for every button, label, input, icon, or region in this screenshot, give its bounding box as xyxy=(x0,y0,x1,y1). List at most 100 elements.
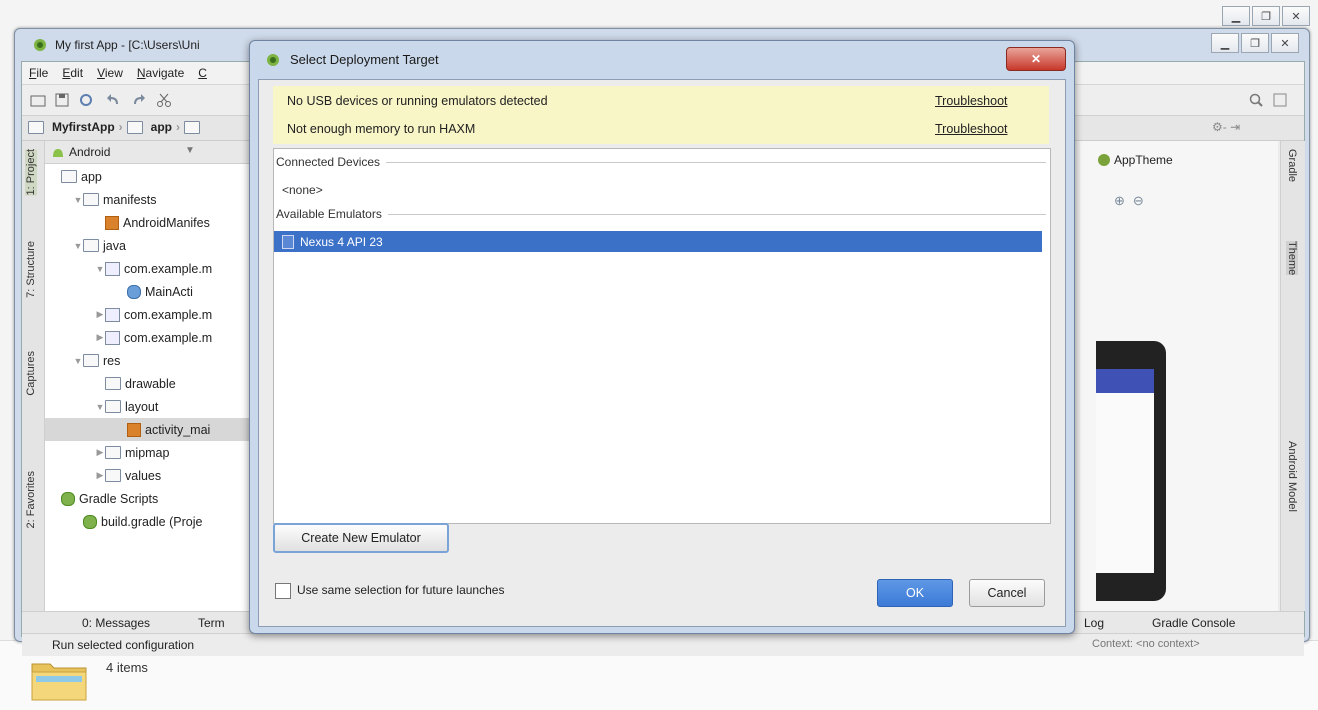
package-icon xyxy=(105,261,120,276)
layout-icon[interactable] xyxy=(1272,92,1288,108)
tree-item-label: layout xyxy=(125,399,159,414)
android-studio-icon xyxy=(266,53,280,67)
tree-expander-icon[interactable]: ▼ xyxy=(95,402,105,412)
available-emulators-header: Available Emulators xyxy=(276,207,1046,221)
tree-item-label: MainActi xyxy=(145,284,193,299)
tree-expander-icon[interactable]: ▶ xyxy=(95,309,105,320)
tree-expander-icon[interactable]: ▼ xyxy=(73,356,83,366)
theme-label: AppTheme xyxy=(1114,153,1173,167)
restore-icon[interactable]: ❐ xyxy=(1241,33,1269,53)
tree-item-label: build.gradle (Proje xyxy=(101,514,203,529)
tree-item-label: manifests xyxy=(103,192,157,207)
sync-icon[interactable] xyxy=(78,92,94,108)
tree-expander-icon[interactable]: ▶ xyxy=(95,470,105,481)
folder-icon xyxy=(28,120,44,134)
create-new-emulator-button[interactable]: Create New Emulator xyxy=(273,523,449,553)
same-selection-label[interactable]: Use same selection for future launches xyxy=(297,583,504,597)
android-icon xyxy=(51,145,65,159)
tree-item[interactable]: app xyxy=(45,165,266,188)
right-tool-window-strip: Gradle Theme Android Model xyxy=(1280,141,1305,611)
class-icon xyxy=(127,284,141,299)
menu-navigate[interactable]: Navigate xyxy=(130,66,191,80)
redo-icon[interactable] xyxy=(130,92,146,108)
tab-gradle-console[interactable]: Gradle Console xyxy=(1152,616,1235,630)
folder-icon xyxy=(83,193,99,206)
menu-edit[interactable]: Edit xyxy=(55,66,90,80)
close-icon[interactable]: ✕ xyxy=(1271,33,1299,53)
tab-structure[interactable]: 7: Structure xyxy=(25,241,37,298)
screen-preview xyxy=(1096,393,1154,573)
save-all-icon[interactable] xyxy=(54,92,70,108)
tree-expander-icon[interactable]: ▶ xyxy=(95,447,105,458)
undo-icon[interactable] xyxy=(106,92,122,108)
device-list: Connected Devices <none> Available Emula… xyxy=(273,148,1051,524)
breadcrumb: MyfirstApp › app › xyxy=(28,120,204,134)
warning-no-devices: No USB devices or running emulators dete… xyxy=(287,94,548,108)
open-folder-icon[interactable] xyxy=(30,92,46,108)
folder-icon xyxy=(105,469,121,482)
menu-file[interactable]: File xyxy=(22,66,55,80)
close-icon[interactable]: ✕ xyxy=(1282,6,1310,26)
gradle-icon xyxy=(83,514,97,529)
tree-expander-icon[interactable]: ▼ xyxy=(73,241,83,251)
folder-icon xyxy=(83,354,99,367)
minimize-icon[interactable]: ▁ xyxy=(1211,33,1239,53)
tree-expander-icon[interactable]: ▼ xyxy=(73,195,83,205)
tab-theme[interactable]: Theme xyxy=(1286,241,1298,276)
app-bar-preview xyxy=(1096,369,1154,393)
tab-gradle[interactable]: Gradle xyxy=(1286,149,1298,182)
tab-messages[interactable]: 0: Messages xyxy=(82,616,150,630)
package-icon xyxy=(105,330,120,345)
menu-code[interactable]: C xyxy=(191,66,214,80)
tree-item-label: activity_mai xyxy=(145,422,211,437)
folder-icon xyxy=(61,170,77,183)
troubleshoot-link[interactable]: Troubleshoot xyxy=(935,122,1008,136)
tab-captures[interactable]: Captures xyxy=(25,351,37,396)
emulator-name: Nexus 4 API 23 xyxy=(300,234,383,249)
status-text: Run selected configuration xyxy=(52,638,195,652)
tree-item-label: app xyxy=(81,169,102,184)
breadcrumb-separator: › xyxy=(176,120,181,134)
breadcrumb-module[interactable]: app xyxy=(151,120,172,134)
tab-terminal[interactable]: Term xyxy=(198,616,225,630)
cancel-button[interactable]: Cancel xyxy=(969,579,1045,607)
chevron-down-icon[interactable]: ▼ xyxy=(185,145,195,156)
tab-favorites[interactable]: 2: Favorites xyxy=(25,471,37,528)
connected-none: <none> xyxy=(282,183,323,197)
menu-view[interactable]: View xyxy=(90,66,130,80)
tab-project[interactable]: 1: Project xyxy=(25,149,37,196)
search-icon[interactable] xyxy=(1248,92,1264,108)
device-icon xyxy=(282,234,294,249)
project-view-selector[interactable]: Android ▼ xyxy=(45,141,260,164)
same-selection-checkbox[interactable] xyxy=(275,583,291,599)
folder-icon xyxy=(126,120,143,134)
tree-expander-icon[interactable]: ▶ xyxy=(95,332,105,343)
ok-button[interactable]: OK xyxy=(877,579,953,607)
tree-item[interactable]: Gradle Scripts xyxy=(45,487,266,510)
breadcrumb-project[interactable]: MyfirstApp xyxy=(52,120,115,134)
tree-item-label: res xyxy=(103,353,121,368)
folder-icon xyxy=(30,656,88,702)
cut-icon[interactable] xyxy=(156,92,172,108)
folder-icon xyxy=(105,400,121,413)
layout-editor: AppTheme ⊕⊖ xyxy=(1080,141,1278,611)
maximize-icon[interactable]: ❐ xyxy=(1252,6,1280,26)
tree-item-label: mipmap xyxy=(125,445,170,460)
project-tool-window: Android ▼ app ▼ manifests AndroidManifes ▼ ja… xyxy=(45,141,332,611)
theme-selector[interactable]: AppTheme xyxy=(1098,153,1173,167)
tab-android-model[interactable]: Android Model xyxy=(1286,441,1298,512)
divider xyxy=(387,213,1046,215)
tab-log[interactable]: Log xyxy=(1084,616,1104,630)
tree-expander-icon[interactable]: ▼ xyxy=(95,264,105,274)
window-caption-buttons: ▁ ❐ ✕ xyxy=(1211,33,1299,53)
window-title: My first App - [C:\Users\Uni xyxy=(55,38,200,52)
zoom-controls[interactable]: ⊕⊖ xyxy=(1114,193,1152,209)
xml-file-icon xyxy=(127,422,141,437)
settings-gear-icon[interactable]: ⚙‑ ⇥ xyxy=(1212,120,1240,134)
warnings-panel: No USB devices or running emulators dete… xyxy=(273,86,1049,144)
emulator-row[interactable]: Nexus 4 API 23 xyxy=(274,231,1042,252)
close-button[interactable]: ✕ xyxy=(1006,47,1066,71)
minimize-icon[interactable]: ▁ xyxy=(1222,6,1250,26)
tree-item-label: drawable xyxy=(125,376,176,391)
troubleshoot-link[interactable]: Troubleshoot xyxy=(935,94,1008,108)
